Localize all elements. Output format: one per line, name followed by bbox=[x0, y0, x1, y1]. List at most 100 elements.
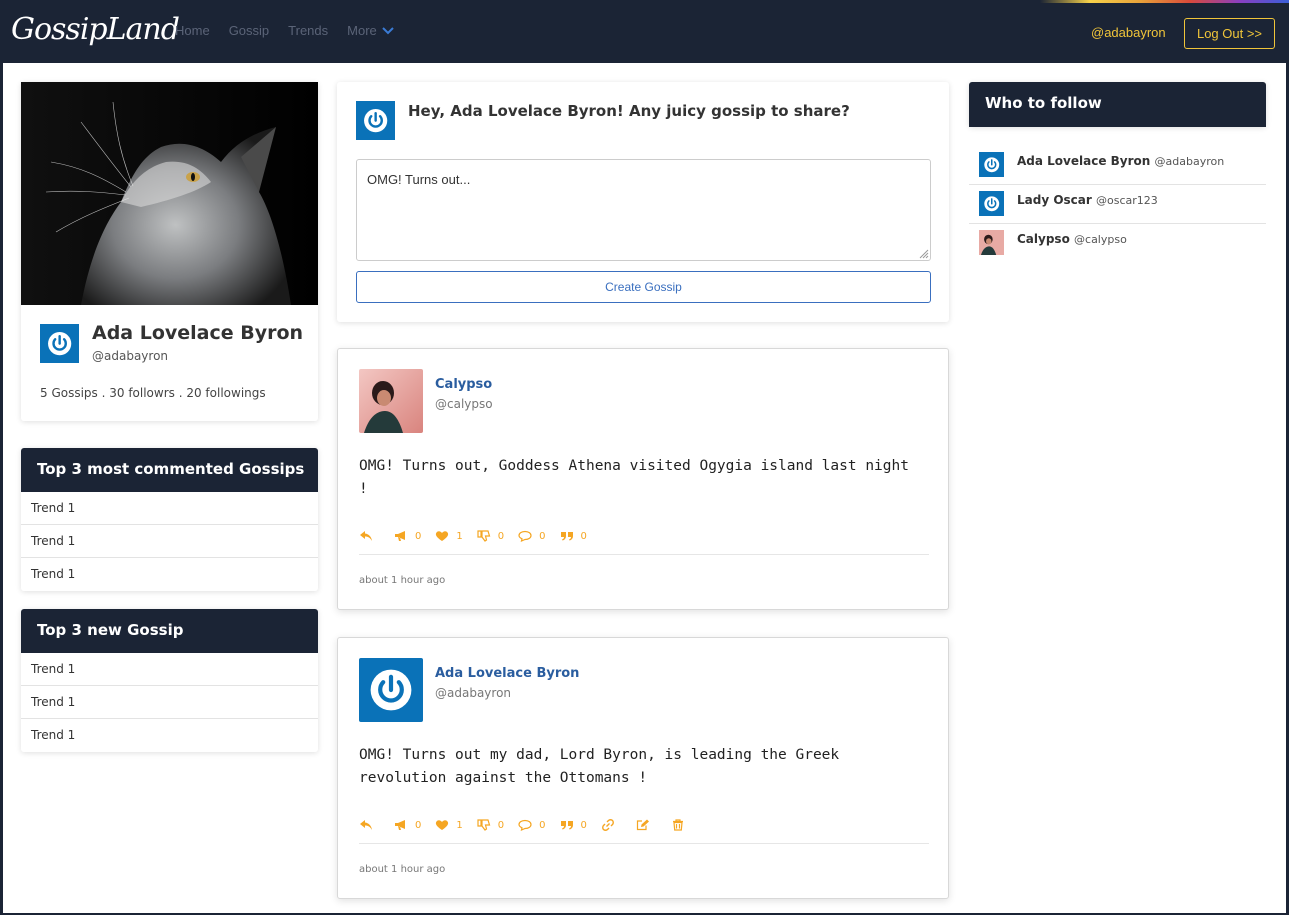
new-gossip-card: Top 3 new Gossip Trend 1 Trend 1 Trend 1 bbox=[21, 609, 318, 752]
like-button[interactable]: 1 bbox=[435, 819, 463, 831]
post-avatar[interactable] bbox=[359, 658, 423, 722]
follow-suggestion[interactable]: Lady Oscar @oscar123 bbox=[969, 185, 1266, 224]
nav-links: Home Gossip Trends More bbox=[175, 23, 394, 38]
power-icon bbox=[370, 669, 412, 711]
quote-icon bbox=[560, 821, 573, 830]
follow-user[interactable]: Calypso @calypso bbox=[1017, 232, 1127, 246]
post-handle: @calypso bbox=[435, 397, 493, 411]
comment-count: 0 bbox=[539, 530, 546, 542]
megaphone-icon bbox=[395, 820, 405, 830]
power-icon bbox=[47, 331, 72, 356]
post-divider bbox=[359, 554, 929, 555]
compose-prompt: Hey, Ada Lovelace Byron! Any juicy gossi… bbox=[408, 102, 850, 120]
quote-count: 0 bbox=[580, 530, 587, 542]
edit-icon bbox=[636, 819, 649, 831]
comment-count: 0 bbox=[539, 819, 546, 831]
follow-suggestion[interactable]: Calypso @calypso bbox=[969, 224, 1266, 263]
who-to-follow-card: Who to follow bbox=[969, 82, 1266, 127]
quote-button[interactable]: 0 bbox=[560, 819, 587, 831]
comment-icon bbox=[518, 819, 532, 831]
follow-handle: @oscar123 bbox=[1096, 194, 1158, 207]
nav-home[interactable]: Home bbox=[175, 23, 210, 38]
power-icon bbox=[984, 157, 999, 172]
logout-button[interactable]: Log Out >> bbox=[1184, 18, 1275, 49]
profile-name: Ada Lovelace Byron bbox=[92, 322, 304, 344]
share-button[interactable]: 0 bbox=[394, 819, 421, 831]
follow-name: Calypso bbox=[1017, 232, 1070, 246]
follow-user[interactable]: Lady Oscar @oscar123 bbox=[1017, 193, 1158, 207]
list-item[interactable]: Trend 1 bbox=[21, 686, 318, 719]
resize-grip-icon[interactable] bbox=[919, 249, 929, 259]
heart-icon bbox=[436, 820, 449, 830]
nav-username[interactable]: @adabayron bbox=[1091, 25, 1166, 40]
quote-button[interactable]: 0 bbox=[560, 530, 587, 542]
power-icon bbox=[984, 196, 999, 211]
brand-logo[interactable]: GossipLand bbox=[11, 12, 180, 47]
window-top-accent bbox=[1040, 0, 1289, 3]
follow-name: Lady Oscar bbox=[1017, 193, 1092, 207]
nav-gossip[interactable]: Gossip bbox=[229, 23, 269, 38]
share-button[interactable]: 0 bbox=[394, 530, 421, 542]
who-to-follow-title: Who to follow bbox=[969, 82, 1266, 127]
post-body: OMG! Turns out, Goddess Athena visited O… bbox=[359, 458, 909, 497]
most-commented-card: Top 3 most commented Gossips Trend 1 Tre… bbox=[21, 448, 318, 591]
like-button[interactable]: 1 bbox=[435, 530, 463, 542]
follow-handle: @calypso bbox=[1074, 233, 1127, 246]
list-item[interactable]: Trend 1 bbox=[21, 525, 318, 558]
new-gossip-title: Top 3 new Gossip bbox=[21, 609, 318, 653]
link-button[interactable] bbox=[601, 819, 622, 831]
profile-avatar[interactable] bbox=[40, 324, 79, 363]
reply-icon bbox=[360, 820, 372, 830]
post-actions: 0 1 0 0 0 bbox=[359, 819, 706, 831]
thumbs-down-icon bbox=[477, 530, 491, 542]
post-divider bbox=[359, 843, 929, 844]
quote-count: 0 bbox=[580, 819, 587, 831]
gossip-textarea[interactable] bbox=[356, 159, 931, 261]
profile-cover-image bbox=[21, 82, 318, 305]
who-to-follow-list: Ada Lovelace Byron @adabayron Lady Oscar… bbox=[969, 146, 1266, 263]
link-icon bbox=[601, 819, 614, 831]
profile-stats: 5 Gossips . 30 followrs . 20 followings bbox=[40, 386, 266, 400]
follow-name: Ada Lovelace Byron bbox=[1017, 154, 1151, 168]
comment-button[interactable]: 0 bbox=[518, 530, 546, 542]
share-count: 0 bbox=[415, 819, 422, 831]
post-timestamp: about 1 hour ago bbox=[359, 864, 446, 875]
create-gossip-button[interactable]: Create Gossip bbox=[356, 271, 931, 303]
compose-card: Hey, Ada Lovelace Byron! Any juicy gossi… bbox=[337, 82, 949, 322]
edit-button[interactable] bbox=[636, 819, 657, 831]
list-item[interactable]: Trend 1 bbox=[21, 719, 318, 752]
profile-handle: @adabayron bbox=[92, 349, 169, 363]
page: GossipLand Home Gossip Trends More @adab… bbox=[3, 0, 1286, 913]
chevron-down-icon bbox=[382, 26, 394, 34]
follow-avatar[interactable] bbox=[979, 191, 1004, 216]
heart-icon bbox=[436, 531, 449, 541]
follow-avatar[interactable] bbox=[979, 152, 1004, 177]
dislike-button[interactable]: 0 bbox=[477, 530, 504, 542]
delete-button[interactable] bbox=[671, 819, 692, 831]
megaphone-icon bbox=[395, 531, 405, 541]
comment-button[interactable]: 0 bbox=[518, 819, 546, 831]
list-item[interactable]: Trend 1 bbox=[21, 492, 318, 525]
quote-icon bbox=[560, 532, 573, 541]
dislike-button[interactable]: 0 bbox=[477, 819, 504, 831]
nav-more-dropdown[interactable]: More bbox=[347, 23, 394, 38]
share-count: 0 bbox=[415, 530, 422, 542]
list-item[interactable]: Trend 1 bbox=[21, 558, 318, 591]
reply-button[interactable] bbox=[359, 819, 380, 831]
follow-suggestion[interactable]: Ada Lovelace Byron @adabayron bbox=[969, 146, 1266, 185]
trash-icon bbox=[672, 819, 683, 831]
reply-button[interactable] bbox=[359, 530, 380, 542]
most-commented-title: Top 3 most commented Gossips bbox=[21, 448, 318, 492]
post-handle: @adabayron bbox=[435, 686, 512, 700]
post-avatar[interactable] bbox=[359, 369, 423, 433]
nav-more-label: More bbox=[347, 23, 377, 38]
post-author[interactable]: Calypso bbox=[435, 377, 492, 392]
follow-avatar[interactable] bbox=[979, 230, 1004, 255]
nav-trends[interactable]: Trends bbox=[288, 23, 328, 38]
comment-icon bbox=[518, 530, 532, 542]
post-author[interactable]: Ada Lovelace Byron bbox=[435, 666, 579, 681]
follow-user[interactable]: Ada Lovelace Byron @adabayron bbox=[1017, 154, 1224, 168]
list-item[interactable]: Trend 1 bbox=[21, 653, 318, 686]
post-body: OMG! Turns out my dad, Lord Byron, is le… bbox=[359, 747, 840, 786]
gossip-post: Ada Lovelace Byron @adabayron OMG! Turns… bbox=[337, 637, 949, 899]
